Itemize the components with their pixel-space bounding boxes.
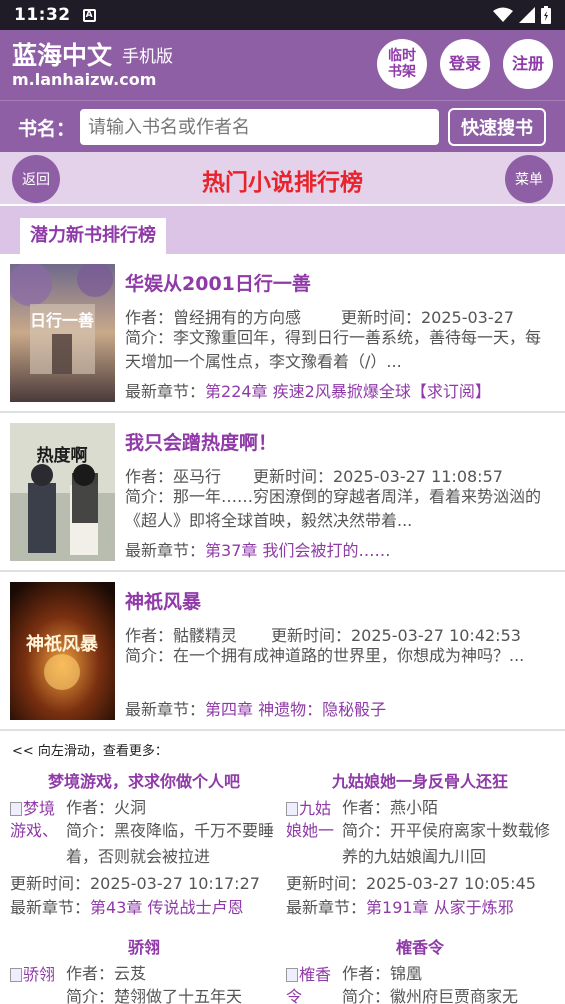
book-latest: 最新章节：第224章 疾速2风暴掀爆全球【求订阅】 <box>125 378 491 402</box>
grid-book-title[interactable]: 九姑娘她一身反骨人还狂 <box>286 768 554 792</box>
latest-chapter-link[interactable]: 第四章 神遗物：隐秘骰子 <box>205 700 386 719</box>
book-author: 作者：骷髅精灵 <box>125 626 238 645</box>
notification-icon: A <box>82 8 96 22</box>
temp-bookshelf-label: 临时 书架 <box>388 48 416 80</box>
grid-book-intro: 简介：黑夜降临，千万不要睡着，否则就会被拉进 <box>66 821 275 866</box>
book-item[interactable]: 热度啊 我只会蹭热度啊！ 作者：巫马行 更新时间：2025-03-27 11:0… <box>0 413 565 572</box>
site-subtitle: 手机版 <box>122 47 173 67</box>
register-button[interactable]: 注册 <box>503 39 553 89</box>
book-updated: 更新时间：2025-03-27 <box>341 308 514 327</box>
book-intro: 简介：那一年……穷困潦倒的穿越者周洋，看着来势汹汹的《超人》即将全球首映，毅然决… <box>125 487 542 530</box>
site-name[interactable]: 蓝海中文 <box>12 36 112 72</box>
latest-chapter-link[interactable]: 第191章 从家于炼邪 <box>366 898 514 917</box>
title-bar: 返回 热门小说排行榜 菜单 <box>0 152 565 206</box>
search-label: 书名： <box>18 118 76 140</box>
grid-book-author: 作者：燕小陌 <box>342 798 439 817</box>
grid-book-item[interactable]: 骄翎 骄翎 作者：云芨 简介：楚翎做了十五年天 <box>10 934 278 1004</box>
grid-book-author: 作者：锦凰 <box>342 964 423 983</box>
book-author: 作者：巫马行 <box>125 467 222 486</box>
temp-bookshelf-button[interactable]: 临时 书架 <box>377 39 427 89</box>
latest-label: 最新章节： <box>125 700 206 719</box>
book-updated: 更新时间：2025-03-27 10:42:53 <box>271 626 521 645</box>
grid-book-cover[interactable]: 榷香令 <box>286 964 334 1004</box>
cover-text: 神祇风暴 <box>26 633 99 655</box>
cover-text: 日行一善 <box>30 311 94 330</box>
latest-label: 最新章节： <box>10 898 91 917</box>
menu-button[interactable]: 菜单 <box>505 155 553 203</box>
site-url: m.lanhaizw.com <box>12 70 157 89</box>
grid-book-updated: 更新时间：2025-03-27 10:17:27 <box>10 874 260 893</box>
cover-text: 热度啊 <box>37 445 88 466</box>
book-title[interactable]: 华娱从2001日行一善 <box>125 269 311 296</box>
grid-book-intro: 简介：徽州府巨贾商家无 <box>342 987 519 1004</box>
page-title: 热门小说排行榜 <box>202 170 363 196</box>
grid-book-title[interactable]: 骄翎 <box>10 934 278 958</box>
grid-book-title[interactable]: 榷香令 <box>286 934 554 958</box>
book-intro: 简介：李文豫重回年，得到日行一善系统，善待每一天，每天增加一个属性点，李文豫看着… <box>125 328 542 371</box>
grid-book-item[interactable]: 梦境游戏，求求你做个人吧 梦境游戏、 作者：火洞 简介：黑夜降临，千万不要睡着，… <box>10 768 278 928</box>
broken-image-icon <box>286 968 298 982</box>
latest-label: 最新章节： <box>125 382 206 401</box>
grid-book-updated: 更新时间：2025-03-27 10:05:45 <box>286 874 536 893</box>
grid-book-author: 作者：火洞 <box>66 798 147 817</box>
latest-chapter-link[interactable]: 第43章 传说战士卢恩 <box>90 898 243 917</box>
book-latest: 最新章节：第四章 神遗物：隐秘骰子 <box>125 696 386 720</box>
status-time: 11:32 <box>14 5 71 25</box>
book-intro: 简介：在一个拥有成神道路的世界里，你想成为神吗？... <box>125 646 525 665</box>
broken-image-icon <box>286 802 298 816</box>
book-title[interactable]: 我只会蹭热度啊！ <box>125 428 277 455</box>
grid-book-item[interactable]: 九姑娘她一身反骨人还狂 九姑娘她一 作者：燕小陌 简介：开平侯府离家十数载修养的… <box>286 768 554 928</box>
login-button[interactable]: 登录 <box>440 39 490 89</box>
grid-book-latest: 最新章节：第43章 传说战士卢恩 <box>10 894 285 918</box>
grid-book-intro: 简介：开平侯府离家十数载修养的九姑娘阖九川回 <box>342 821 551 866</box>
grid-book-intro: 简介：楚翎做了十五年天 <box>66 987 243 1004</box>
broken-image-icon <box>10 802 22 816</box>
book-list: 日行一善 华娱从2001日行一善 作者：曾经拥有的方向感 更新时间：2025-0… <box>0 254 565 731</box>
grid-book-item[interactable]: 榷香令 榷香令 作者：锦凰 简介：徽州府巨贾商家无 <box>286 934 554 1004</box>
book-cover[interactable]: 神祇风暴 <box>10 582 115 720</box>
latest-chapter-link[interactable]: 第37章 我们会被打的…… <box>205 541 390 560</box>
book-cover[interactable]: 日行一善 <box>10 264 115 402</box>
battery-icon <box>541 6 551 24</box>
latest-chapter-link[interactable]: 第224章 疾速2风暴掀爆全球【求订阅】 <box>205 382 491 401</box>
book-item[interactable]: 神祇风暴 神祇风暴 作者：骷髅精灵 更新时间：2025-03-27 10:42:… <box>0 572 565 731</box>
book-author: 作者：曾经拥有的方向感 <box>125 308 302 327</box>
book-cover[interactable]: 热度啊 <box>10 423 115 561</box>
book-title[interactable]: 神祇风暴 <box>125 587 201 614</box>
book-latest: 最新章节：第37章 我们会被打的…… <box>125 537 390 561</box>
latest-label: 最新章节： <box>125 541 206 560</box>
grid-book-title[interactable]: 梦境游戏，求求你做个人吧 <box>10 768 278 792</box>
section-header: 潜力新书排行榜 <box>0 206 565 254</box>
grid-book-cover[interactable]: 梦境游戏、 <box>10 798 58 870</box>
search-input[interactable] <box>80 109 439 145</box>
grid-book-author: 作者：云芨 <box>66 964 147 983</box>
site-header: 蓝海中文 手机版 m.lanhaizw.com 临时 书架 登录 注册 <box>0 30 565 100</box>
grid-book-cover[interactable]: 九姑娘她一 <box>286 798 334 870</box>
latest-label: 最新章节： <box>286 898 367 917</box>
grid-book-cover[interactable]: 骄翎 <box>10 964 58 1004</box>
grid-book-latest: 最新章节：第191章 从家于炼邪 <box>286 894 561 918</box>
quick-search-button[interactable]: 快速搜书 <box>448 108 546 146</box>
book-updated: 更新时间：2025-03-27 11:08:57 <box>253 467 503 486</box>
book-item[interactable]: 日行一善 华娱从2001日行一善 作者：曾经拥有的方向感 更新时间：2025-0… <box>0 254 565 413</box>
status-bar: 11:32 A <box>0 0 565 30</box>
status-icons <box>493 6 551 24</box>
tab-potential-new-books[interactable]: 潜力新书排行榜 <box>20 218 166 254</box>
swipe-hint: << 向左滑动，查看更多： <box>12 744 168 759</box>
search-bar: 书名： 快速搜书 <box>0 100 565 152</box>
wifi-icon <box>493 7 513 22</box>
signal-icon <box>519 7 535 23</box>
cover-alt-text: 骄翎 <box>23 965 56 984</box>
broken-image-icon <box>10 968 22 982</box>
